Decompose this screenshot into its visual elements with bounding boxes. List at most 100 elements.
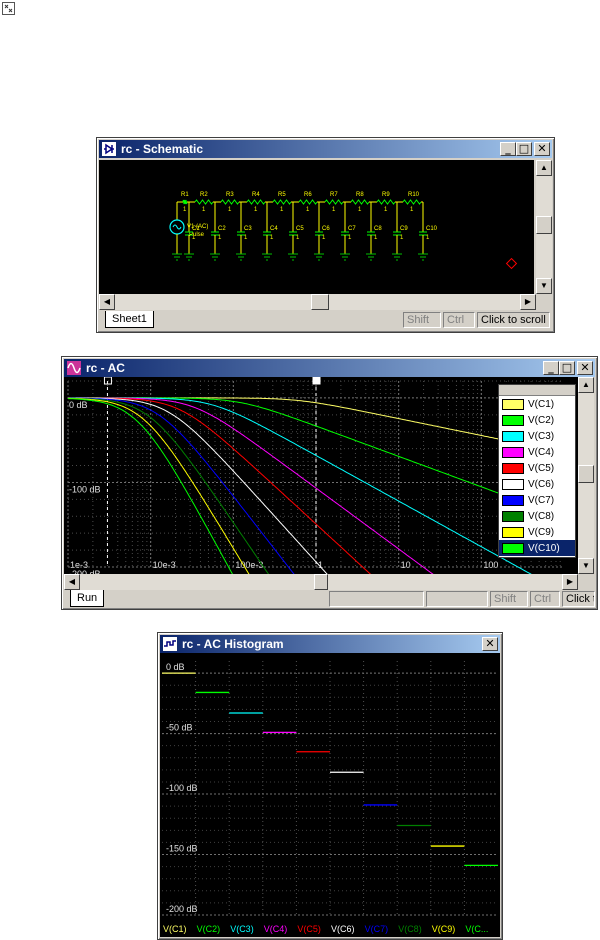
ctrl-indicator: Ctrl <box>530 591 560 607</box>
source-wave <box>172 224 182 230</box>
capacitor-value: 1 <box>296 235 300 241</box>
ac-hscroll[interactable]: ◀ ▶ <box>64 574 578 590</box>
legend-item[interactable]: V(C6) <box>499 476 575 492</box>
legend-swatch <box>502 510 524 522</box>
resistor-symbol <box>182 199 188 205</box>
capacitor-name: C10 <box>426 226 438 232</box>
legend-header <box>499 385 575 396</box>
scroll-down-button[interactable]: ▼ <box>578 558 594 574</box>
category-label: V(C9) <box>432 924 456 934</box>
histogram-titlebar[interactable]: rc - AC Histogram ✕ <box>160 635 500 653</box>
resistor-name: R5 <box>278 192 286 198</box>
y-tick-label: -100 dB <box>69 484 101 494</box>
legend-label: V(C7) <box>528 494 555 506</box>
category-label: V(C2) <box>197 924 221 934</box>
scroll-thumb[interactable] <box>536 216 552 234</box>
capacitor-value: 1 <box>244 235 248 241</box>
legend-label: V(C5) <box>528 462 555 474</box>
resistor-name: R10 <box>408 192 420 198</box>
scroll-down-button[interactable]: ▼ <box>536 278 552 294</box>
resistor-symbol <box>376 199 396 205</box>
tab-run[interactable]: Run <box>70 590 105 607</box>
ac-titlebar[interactable]: rc - AC _ □ ✕ <box>64 359 595 377</box>
resistor-symbol <box>350 199 370 205</box>
ctrl-indicator: Ctrl <box>443 312 475 328</box>
ground-icon <box>288 253 298 261</box>
legend-item[interactable]: V(C2) <box>499 412 575 428</box>
category-label: V(C5) <box>297 924 321 934</box>
legend-swatch <box>502 526 524 538</box>
schematic-titlebar[interactable]: rc - Schematic _ □ ✕ <box>99 140 552 158</box>
category-label: V(C7) <box>365 924 389 934</box>
legend-item[interactable]: V(C10) <box>499 540 575 556</box>
resistor-symbol <box>298 199 318 205</box>
legend-label: V(C2) <box>528 414 555 426</box>
legend-label: V(C1) <box>528 398 555 410</box>
legend-label: V(C4) <box>528 446 555 458</box>
app-restore-icon[interactable] <box>2 2 15 15</box>
legend-label: V(C8) <box>528 510 555 522</box>
scroll-up-button[interactable]: ▲ <box>536 160 552 176</box>
schematic-canvas[interactable]: V1 (AC) Pulse R1 1 R2 1 R3 1 R4 1 R5 1 R6 1 R7 1 R8 1 R9 1 R… <box>99 160 534 294</box>
schematic-title: rc - Schematic <box>121 142 204 156</box>
histogram-title: rc - AC Histogram <box>182 637 284 651</box>
ac-vscroll[interactable]: ▲ ▼ <box>578 377 594 574</box>
scroll-thumb[interactable] <box>311 294 329 310</box>
histogram-icon <box>163 637 177 651</box>
maximize-button[interactable]: □ <box>559 361 575 375</box>
legend-label: V(C3) <box>528 430 555 442</box>
minimize-button[interactable]: _ <box>543 361 559 375</box>
ground-icon <box>184 253 194 261</box>
scroll-left-button[interactable]: ◀ <box>99 294 115 310</box>
ground-icon <box>392 253 402 261</box>
resistor-symbol <box>402 199 422 205</box>
legend-label: V(C9) <box>528 526 555 538</box>
legend-item[interactable]: V(C3) <box>499 428 575 444</box>
maximize-button[interactable]: □ <box>516 142 532 156</box>
ac-statusbar: Run Shift Ctrl Click to <box>64 590 595 608</box>
category-label: V(C... <box>465 924 488 934</box>
schematic-status-blank <box>161 312 401 328</box>
scroll-right-button[interactable]: ▶ <box>520 294 536 310</box>
category-label: V(C1) <box>163 924 187 934</box>
schematic-vscroll[interactable]: ▲ ▼ <box>536 160 552 294</box>
y-tick-label: 0 dB <box>69 400 88 410</box>
resistor-name: R9 <box>382 192 390 198</box>
histogram-plot-area[interactable]: 0 dB -50 dB -100 dB -150 dB -200 dB V(C1) V(C2… <box>160 653 500 937</box>
ac-window: rc - AC _ □ ✕ 1e-3 10e-3 100e-3 1 10 100 0 dB -… <box>61 356 598 610</box>
close-button[interactable]: ✕ <box>534 142 550 156</box>
legend-item[interactable]: V(C1) <box>499 396 575 412</box>
resistor-value: 1 <box>384 207 388 213</box>
scroll-right-button[interactable]: ▶ <box>562 574 578 590</box>
legend-item[interactable]: V(C5) <box>499 460 575 476</box>
minimize-button[interactable]: _ <box>500 142 516 156</box>
scroll-left-button[interactable]: ◀ <box>64 574 80 590</box>
ac-status-field <box>426 591 488 607</box>
x-tick-label: 10e-3 <box>153 560 176 570</box>
scroll-thumb[interactable] <box>578 465 594 483</box>
close-button[interactable]: ✕ <box>577 361 593 375</box>
ac-plot-area[interactable]: 1e-3 10e-3 100e-3 1 10 100 0 dB -100 dB -200 dB … <box>64 377 578 574</box>
capacitor-value: 1 <box>426 235 430 241</box>
resistor-symbol <box>194 199 214 205</box>
legend-item[interactable]: V(C4) <box>499 444 575 460</box>
legend-item[interactable]: V(C9) <box>499 524 575 540</box>
tab-sheet1[interactable]: Sheet1 <box>105 311 154 328</box>
ac-status-field <box>329 591 424 607</box>
legend-swatch <box>502 542 524 554</box>
legend-label: V(C6) <box>528 478 555 490</box>
resistor-name: R4 <box>252 192 260 198</box>
scroll-thumb[interactable] <box>314 574 328 590</box>
scroll-up-button[interactable]: ▲ <box>578 377 594 393</box>
schematic-hscroll[interactable]: ◀ ▶ <box>99 294 536 310</box>
waveform-icon <box>67 361 81 375</box>
resistor-value: 1 <box>280 207 284 213</box>
ground-icon <box>418 253 428 261</box>
ac-legend[interactable]: V(C1) V(C2) V(C3) V(C4) V(C5) V(C6) V(C7) V(C8)… <box>498 384 576 558</box>
close-button[interactable]: ✕ <box>482 637 498 651</box>
legend-item[interactable]: V(C8) <box>499 508 575 524</box>
category-label: V(C3) <box>230 924 254 934</box>
capacitor-value: 1 <box>400 235 404 241</box>
category-label: V(C4) <box>264 924 288 934</box>
legend-item[interactable]: V(C7) <box>499 492 575 508</box>
